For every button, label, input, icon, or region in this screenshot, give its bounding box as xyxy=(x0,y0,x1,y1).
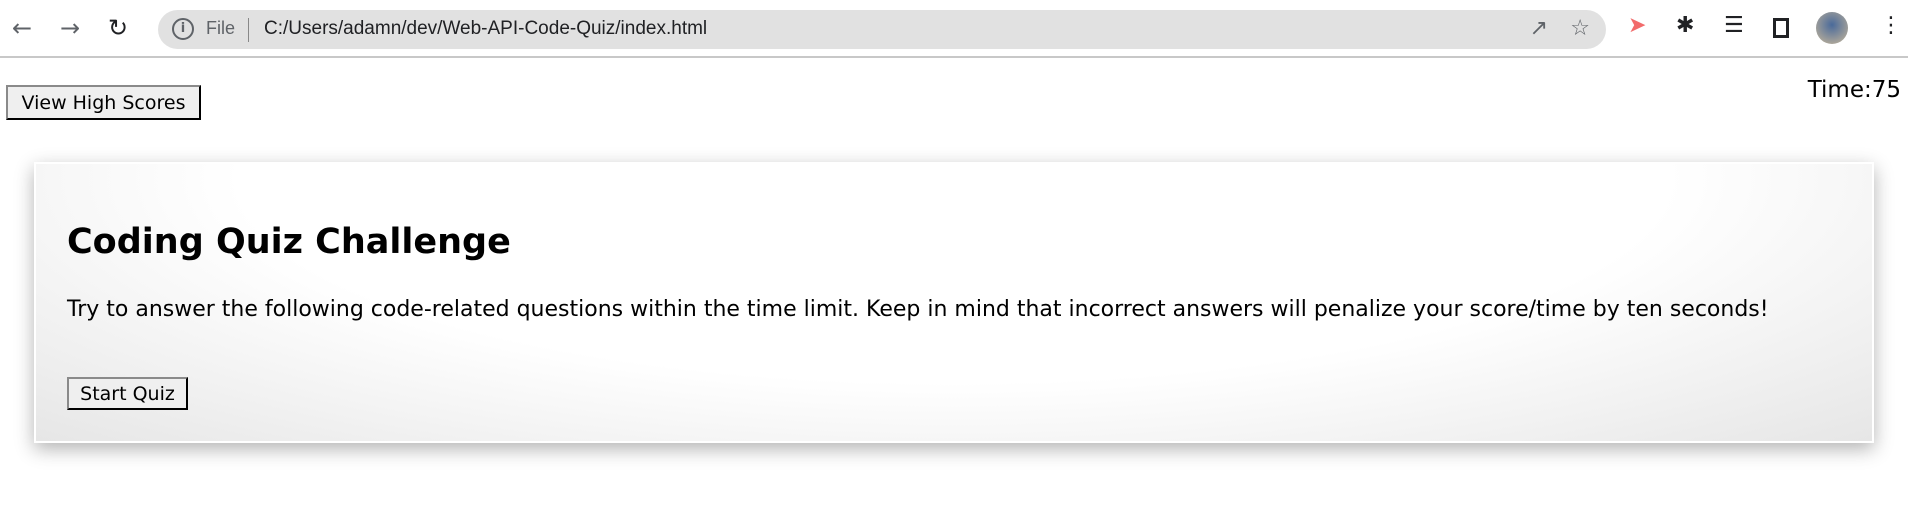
avatar[interactable] xyxy=(1816,12,1848,44)
view-high-scores-button[interactable]: View High Scores xyxy=(6,85,201,120)
puzzle-extensions-icon[interactable]: ✱ xyxy=(1676,13,1694,38)
divider xyxy=(248,18,249,42)
extension-icon[interactable]: ➤ xyxy=(1628,13,1646,38)
browser-toolbar: ← → ↻ i File C:/Users/adamn/dev/Web-API-… xyxy=(0,0,1908,58)
page-title: Coding Quiz Challenge xyxy=(67,222,511,262)
quiz-card: Coding Quiz Challenge Try to answer the … xyxy=(34,162,1874,443)
share-icon[interactable]: ↗ xyxy=(1530,16,1548,41)
description: Try to answer the following code-related… xyxy=(67,297,1769,322)
timer: Time:75 xyxy=(1807,77,1901,103)
forward-icon[interactable]: → xyxy=(60,14,80,42)
reload-icon[interactable]: ↻ xyxy=(108,14,128,42)
url-text[interactable]: C:/Users/adamn/dev/Web-API-Code-Quiz/ind… xyxy=(264,18,707,40)
start-quiz-button[interactable]: Start Quiz xyxy=(67,377,188,410)
menu-icon[interactable]: ⋮ xyxy=(1880,13,1902,38)
address-bar[interactable]: i File C:/Users/adamn/dev/Web-API-Code-Q… xyxy=(158,10,1606,49)
bookmark-star-icon[interactable]: ☆ xyxy=(1570,16,1590,41)
file-label: File xyxy=(206,18,236,38)
side-panel-icon[interactable] xyxy=(1773,18,1789,38)
media-queue-icon[interactable]: ☰ xyxy=(1724,13,1744,38)
back-icon[interactable]: ← xyxy=(12,14,32,42)
info-icon[interactable]: i xyxy=(172,18,194,40)
